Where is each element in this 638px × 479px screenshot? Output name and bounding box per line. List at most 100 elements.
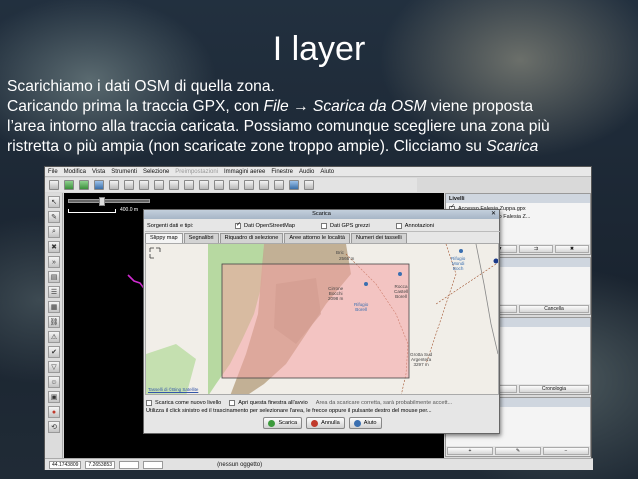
menu-item-7[interactable]: Finestre bbox=[271, 169, 293, 175]
selection-toggle-icon[interactable]: ▦ bbox=[48, 301, 60, 313]
tags-icon[interactable] bbox=[214, 180, 224, 190]
scarica-emphasis: Scarica bbox=[486, 138, 539, 155]
menu-path: File → Scarica da OSM bbox=[263, 98, 427, 115]
membership-delete-button[interactable]: Cancella bbox=[519, 305, 589, 313]
slide-title: I layer bbox=[272, 30, 366, 68]
download-area-selection bbox=[221, 263, 410, 379]
download-icon[interactable] bbox=[79, 180, 89, 190]
main-toolbar bbox=[45, 178, 417, 192]
layers-panel-title: Livelli bbox=[446, 194, 590, 203]
place-marker bbox=[459, 249, 463, 253]
notes-checkbox[interactable] bbox=[395, 223, 402, 229]
new-layer-checkbox[interactable] bbox=[146, 399, 152, 406]
current-location-marker bbox=[493, 258, 498, 264]
gps-data-checkbox[interactable] bbox=[321, 223, 327, 229]
upload-icon[interactable] bbox=[109, 180, 119, 190]
cancel-button[interactable]: Annulla bbox=[306, 417, 345, 429]
select-tool-icon[interactable]: ↖ bbox=[48, 196, 60, 208]
new-layer-icon[interactable] bbox=[49, 180, 59, 190]
open-file-icon[interactable] bbox=[64, 180, 74, 190]
relations-toggle-icon[interactable]: ⛓ bbox=[48, 316, 60, 328]
layer-merge-icon[interactable]: ⇉ bbox=[519, 245, 553, 253]
delete-tool-icon[interactable]: ✖ bbox=[48, 241, 60, 253]
menu-item-0[interactable]: File bbox=[48, 169, 58, 175]
slippy-map[interactable]: Bric 2566 m Rifugio Mondi Boch Cirrone B… bbox=[145, 243, 499, 395]
draw-tool-icon[interactable]: ✎ bbox=[48, 211, 60, 223]
menu-item-3[interactable]: Strumenti bbox=[111, 169, 137, 175]
layers-toggle-icon[interactable]: ▤ bbox=[48, 271, 60, 283]
zoom-tool-icon[interactable]: ⌕ bbox=[48, 226, 60, 238]
zoom-icon[interactable] bbox=[184, 180, 194, 190]
tab-bounding-box[interactable]: Riquadro di selezione bbox=[219, 233, 284, 243]
download-icon bbox=[268, 419, 276, 427]
area-tabs: Slippy map Segnalibri Riquadro di selezi… bbox=[145, 233, 408, 243]
menu-item-4[interactable]: Selezione bbox=[143, 169, 169, 175]
osm-data-checkbox[interactable] bbox=[235, 221, 241, 229]
dialog-titlebar: Scarica ✕ bbox=[144, 210, 499, 219]
selection-status: (nessun oggetto) bbox=[217, 461, 263, 468]
filter-icon[interactable] bbox=[274, 180, 284, 190]
map-label: Cirrone Bocchi 2098 m bbox=[328, 286, 344, 301]
map-label: Rocca Castell Borell bbox=[394, 284, 409, 299]
menu-item-6[interactable]: Immagini aeree bbox=[224, 169, 265, 175]
menu-item-1[interactable]: Modifica bbox=[64, 169, 86, 175]
expand-icon[interactable]: » bbox=[48, 256, 60, 268]
zoom-slider[interactable] bbox=[68, 197, 150, 206]
map-label: Grotta Sud Argentera 3297 m bbox=[410, 352, 433, 367]
undo-icon[interactable] bbox=[124, 180, 134, 190]
place-marker bbox=[364, 282, 368, 286]
add-icon[interactable]: + bbox=[447, 447, 493, 455]
map-label: Rifugio Mondi Boch bbox=[451, 256, 466, 271]
area-status-text: Area da scaricare corretta, sarà probabi… bbox=[315, 399, 453, 406]
map-paint-icon[interactable] bbox=[289, 180, 299, 190]
help-icon bbox=[353, 419, 361, 427]
conflict-toggle-icon[interactable]: ⚠ bbox=[48, 331, 60, 343]
history-toggle-icon[interactable]: ⟲ bbox=[48, 421, 60, 433]
download-button[interactable]: Scarica bbox=[263, 417, 303, 429]
remove-icon[interactable]: − bbox=[543, 447, 589, 455]
scale-bar bbox=[68, 209, 116, 213]
menu-item-5[interactable]: Preimpostazioni bbox=[175, 169, 218, 175]
author-toggle-icon[interactable]: ☺ bbox=[48, 376, 60, 388]
layer-delete-icon[interactable]: ✖ bbox=[555, 245, 589, 253]
redo-icon[interactable] bbox=[139, 180, 149, 190]
filter-toggle-icon[interactable]: ▽ bbox=[48, 361, 60, 373]
notes-toggle-icon[interactable]: ● bbox=[48, 406, 60, 418]
help-button[interactable]: Aiuto bbox=[348, 417, 382, 429]
longitude-field: 7.2653853 bbox=[85, 460, 116, 469]
tab-places[interactable]: Aree attorno le località bbox=[284, 233, 351, 243]
menu-item-2[interactable]: Vista bbox=[92, 169, 105, 175]
source-osm-option[interactable]: Dati OpenStreetMap bbox=[235, 221, 295, 229]
toggle-icon[interactable] bbox=[259, 180, 269, 190]
history-button[interactable]: Cronologia bbox=[519, 385, 589, 393]
tab-tile-numbers[interactable]: Numeri dei tasselli bbox=[351, 233, 407, 243]
source-notes-option[interactable]: Annotazioni bbox=[395, 223, 434, 229]
imagery-toggle-icon[interactable]: ▣ bbox=[48, 391, 60, 403]
tiles-attribution-link[interactable]: Tasselli di ©Bing Satellite bbox=[148, 387, 198, 392]
tab-bookmarks[interactable]: Segnalibri bbox=[183, 233, 219, 243]
selection-hint: Utilizza il click sinistro ed il trascin… bbox=[146, 408, 432, 414]
open-on-start-option[interactable]: Apri questa finestra all'avvio bbox=[229, 399, 308, 406]
open-on-start-checkbox[interactable] bbox=[229, 399, 236, 406]
wireframe-icon[interactable] bbox=[199, 180, 209, 190]
heading-field bbox=[119, 460, 140, 469]
save-icon[interactable] bbox=[94, 180, 104, 190]
edit-icon[interactable]: ✎ bbox=[495, 447, 541, 455]
scale-label: 400.0 m bbox=[120, 207, 139, 213]
history-icon[interactable] bbox=[244, 180, 254, 190]
relation-icon[interactable] bbox=[229, 180, 239, 190]
validator-icon[interactable] bbox=[169, 180, 179, 190]
source-gps-option[interactable]: Dati GPS grezzi bbox=[321, 223, 370, 229]
properties-toggle-icon[interactable]: ☰ bbox=[48, 286, 60, 298]
validator-toggle-icon[interactable]: ✔ bbox=[48, 346, 60, 358]
new-layer-option[interactable]: Scarica come nuovo livello bbox=[146, 399, 221, 406]
map-label: 2566 m bbox=[339, 256, 355, 261]
menu-item-8[interactable]: Audio bbox=[299, 169, 314, 175]
zoom-slider-knob[interactable] bbox=[99, 197, 105, 206]
close-icon[interactable]: ✕ bbox=[491, 210, 496, 219]
preferences-icon[interactable] bbox=[154, 180, 164, 190]
imagery-icon[interactable] bbox=[304, 180, 314, 190]
place-marker bbox=[398, 272, 402, 276]
menu-item-9[interactable]: Aiuto bbox=[320, 169, 334, 175]
tab-slippy-map[interactable]: Slippy map bbox=[145, 233, 183, 243]
